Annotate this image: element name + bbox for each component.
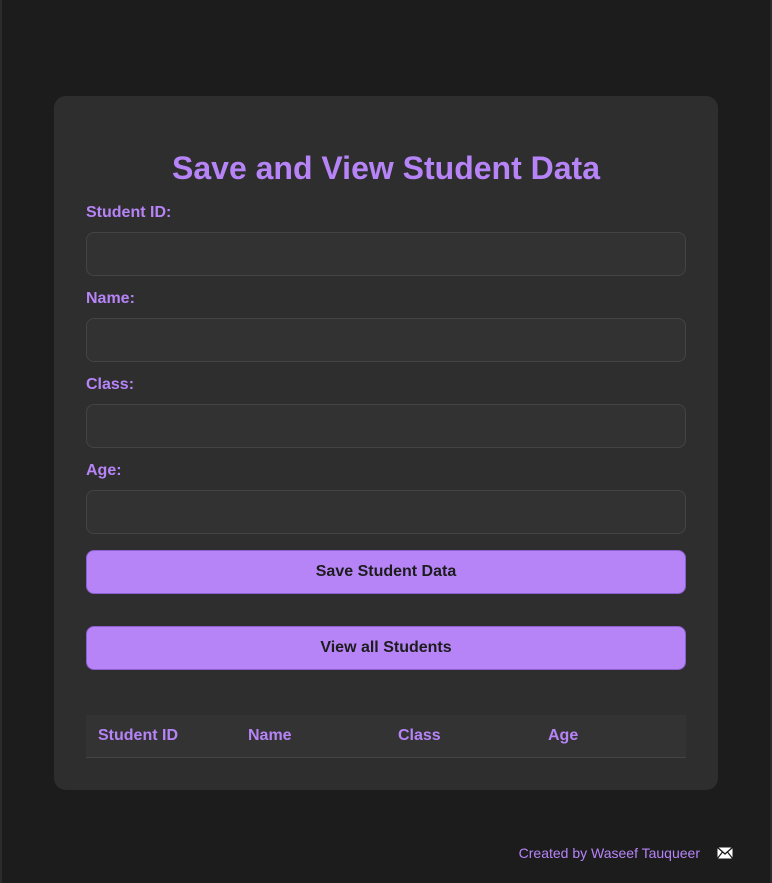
column-header-name: Name bbox=[236, 715, 386, 758]
view-all-students-button[interactable]: View all Students bbox=[86, 626, 686, 670]
column-header-age: Age bbox=[536, 715, 686, 758]
class-label: Class: bbox=[86, 376, 135, 393]
page-title: Save and View Student Data bbox=[172, 150, 600, 186]
age-input[interactable] bbox=[86, 490, 686, 534]
table-header-row: Student ID Name Class Age bbox=[86, 715, 686, 758]
footer: Created by Waseef Tauqueer bbox=[519, 842, 736, 864]
student-id-input[interactable] bbox=[86, 232, 686, 276]
footer-credit: Created by Waseef Tauqueer bbox=[518, 845, 700, 861]
class-input[interactable] bbox=[86, 404, 686, 448]
student-form-card: Save and View Student Data Student ID: N… bbox=[54, 96, 718, 790]
mail-icon[interactable] bbox=[714, 842, 736, 864]
age-label: Age: bbox=[86, 462, 122, 479]
page: Save and View Student Data Student ID: N… bbox=[0, 0, 772, 883]
name-input[interactable] bbox=[86, 318, 686, 362]
column-header-class: Class bbox=[386, 715, 536, 758]
column-header-student-id: Student ID bbox=[86, 715, 236, 758]
name-label: Name: bbox=[86, 290, 135, 307]
save-student-button[interactable]: Save Student Data bbox=[86, 550, 686, 594]
student-id-label: Student ID: bbox=[86, 204, 172, 221]
students-table: Student ID Name Class Age bbox=[86, 715, 686, 758]
